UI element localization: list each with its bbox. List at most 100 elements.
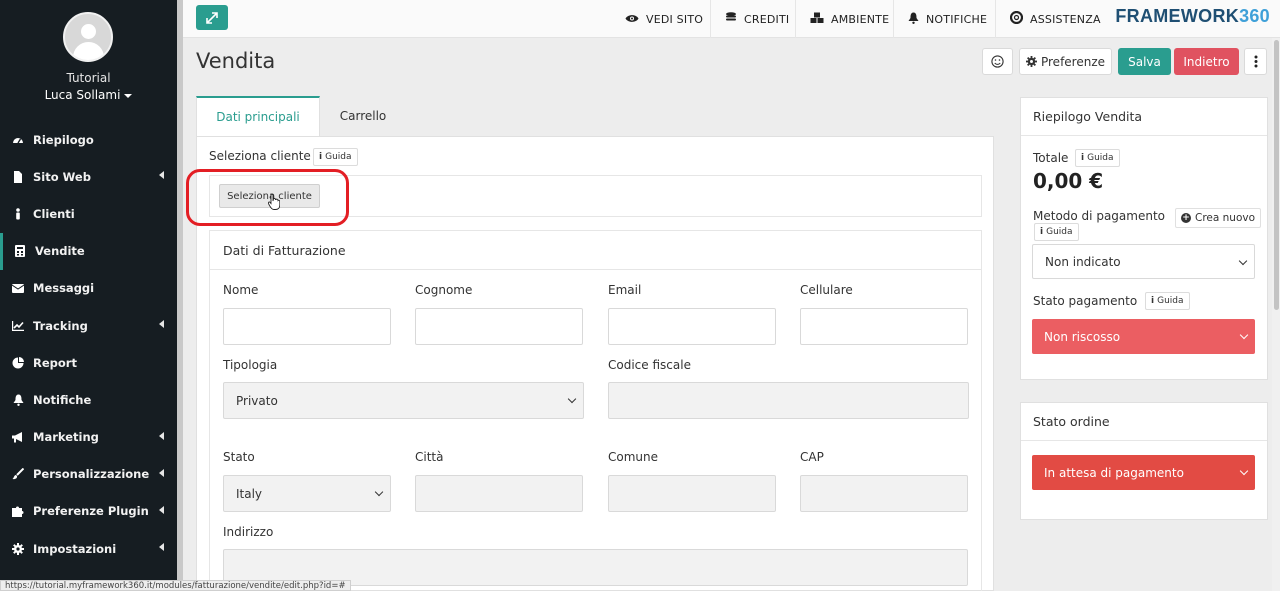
create-payment-method-button[interactable]: + Crea nuovo [1175, 208, 1262, 228]
expand-button[interactable] [196, 5, 228, 30]
client-box: Seleziona cliente [209, 175, 982, 217]
plus-icon: + [1181, 213, 1191, 223]
top-link-label: NOTIFICHE [926, 12, 988, 26]
sidebar-item-label: Messaggi [33, 281, 95, 296]
pie-icon [12, 356, 24, 369]
brand-logo[interactable]: FRAMEWORK360 [1115, 6, 1270, 27]
chevron-down-icon [1239, 330, 1249, 340]
stato-label: Stato [223, 450, 255, 464]
comune-input[interactable] [608, 475, 776, 512]
guida-button[interactable]: i Guida [1034, 223, 1079, 241]
total-value: 0,00 € [1033, 169, 1104, 193]
info-icon: i [1151, 296, 1155, 306]
preferences-label: Preferenze [1040, 54, 1106, 69]
payment-method-select[interactable]: Non indicato [1032, 244, 1255, 279]
select-client-button[interactable]: Seleziona cliente [219, 184, 320, 208]
emoji-button[interactable] [982, 48, 1013, 75]
sidebar-item-tracking[interactable]: Tracking [0, 307, 177, 344]
order-status-title: Stato ordine [1021, 403, 1267, 441]
codice-fiscale-label: Codice fiscale [608, 358, 691, 372]
chevron-down-icon [567, 394, 577, 404]
sidebar-item-label: Preferenze Plugin [33, 504, 149, 519]
cellulare-input[interactable] [800, 308, 968, 345]
chart-icon [12, 320, 24, 332]
sidebar-item-preferenze-plugin[interactable]: Preferenze Plugin [0, 493, 177, 530]
order-status-select[interactable]: In attesa di pagamento [1032, 455, 1255, 490]
chevron-left-icon [159, 543, 164, 552]
coins-icon [725, 12, 737, 26]
summary-title: Riepilogo Vendita [1021, 98, 1267, 136]
sidebar-item-riepilogo[interactable]: Riepilogo [0, 121, 177, 158]
sidebar-item-sito-web[interactable]: Sito Web [0, 158, 177, 195]
lifebuoy-icon [1009, 10, 1024, 27]
top-bar: VEDI SITO CREDITI AMBIENTE NOTIFICHE ASS… [183, 0, 1280, 38]
guida-button[interactable]: i Guida [1145, 292, 1190, 310]
brush-icon [12, 468, 24, 480]
guida-button[interactable]: i Guida [1075, 149, 1120, 167]
top-link-assistenza[interactable]: ASSISTENZA [995, 0, 1101, 38]
sidebar-item-vendite[interactable]: Vendite [0, 232, 177, 270]
top-link-ambiente[interactable]: AMBIENTE [795, 0, 889, 38]
sidebar-item-messaggi[interactable]: Messaggi [0, 270, 177, 307]
sidebar-item-label: Personalizzazione [33, 467, 150, 482]
info-icon: i [1081, 153, 1085, 163]
gear-icon [12, 542, 24, 555]
comune-label: Comune [608, 450, 659, 464]
sidebar-item-marketing[interactable]: Marketing [0, 419, 177, 456]
payment-status-label: Stato pagamento [1033, 294, 1138, 308]
megaphone-icon [12, 431, 24, 443]
person-icon [12, 208, 24, 220]
chevron-left-icon [159, 319, 164, 328]
sidebar-item-impostazioni[interactable]: Impostazioni [0, 530, 177, 567]
nome-input[interactable] [223, 308, 391, 345]
avatar[interactable] [63, 12, 113, 62]
sidebar-item-report[interactable]: Report [0, 344, 177, 381]
codice-fiscale-input[interactable] [608, 382, 969, 419]
citta-input[interactable] [415, 475, 583, 512]
tipologia-select[interactable]: Privato [223, 382, 584, 419]
bell-icon [12, 394, 24, 406]
guida-button[interactable]: i Guida [313, 148, 358, 166]
sidebar-item-notifiche[interactable]: Notifiche [0, 381, 177, 418]
cognome-input[interactable] [415, 308, 583, 345]
top-link-notifiche[interactable]: NOTIFICHE [893, 0, 987, 38]
stato-select[interactable]: Italy [223, 475, 391, 512]
chevron-left-icon [159, 171, 164, 180]
back-button[interactable]: Indietro [1174, 48, 1239, 75]
cellulare-label: Cellulare [800, 283, 853, 297]
create-new-label: Crea nuovo [1195, 212, 1256, 224]
tab-content: Seleziona cliente i Guida Seleziona clien… [196, 136, 994, 591]
preferences-button[interactable]: Preferenze [1019, 48, 1112, 75]
save-button[interactable]: Salva [1118, 48, 1171, 75]
user-menu[interactable]: Luca Sollami [0, 88, 177, 102]
tab-dati-principali[interactable]: Dati principali [196, 96, 320, 136]
chevron-down-icon [1239, 466, 1249, 476]
indirizzo-label: Indirizzo [223, 525, 274, 539]
total-label: Totale [1033, 151, 1069, 165]
smiley-icon [991, 55, 1004, 68]
stato-value: Italy [236, 486, 263, 501]
top-link-crediti[interactable]: CREDITI [710, 0, 789, 38]
chevron-down-icon [1238, 256, 1248, 266]
puzzle-icon [12, 505, 24, 518]
more-menu-button[interactable] [1244, 48, 1267, 75]
email-input[interactable] [608, 308, 776, 345]
cap-input[interactable] [800, 475, 968, 512]
sidebar: Tutorial Luca Sollami Riepilogo Sito Web… [0, 0, 177, 591]
kebab-icon [1254, 55, 1257, 68]
order-status-value: In attesa di pagamento [1044, 465, 1184, 480]
gear-icon [1025, 56, 1037, 67]
cognome-label: Cognome [415, 283, 473, 297]
tab-carrello[interactable]: Carrello [320, 96, 406, 136]
billing-title: Dati di Fatturazione [210, 231, 981, 270]
page-title: Vendita [196, 49, 276, 73]
sidebar-item-label: Impostazioni [33, 541, 117, 556]
top-link-vedi-sito[interactable]: VEDI SITO [611, 0, 703, 38]
sidebar-item-clienti[interactable]: Clienti [0, 195, 177, 232]
sidebar-item-personalizzazione[interactable]: Personalizzazione [0, 456, 177, 493]
tipologia-label: Tipologia [223, 358, 278, 372]
chevron-down-icon [374, 487, 384, 497]
email-label: Email [608, 283, 642, 297]
scrollbar-thumb[interactable] [1274, 40, 1279, 310]
payment-status-select[interactable]: Non riscosso [1032, 319, 1255, 354]
